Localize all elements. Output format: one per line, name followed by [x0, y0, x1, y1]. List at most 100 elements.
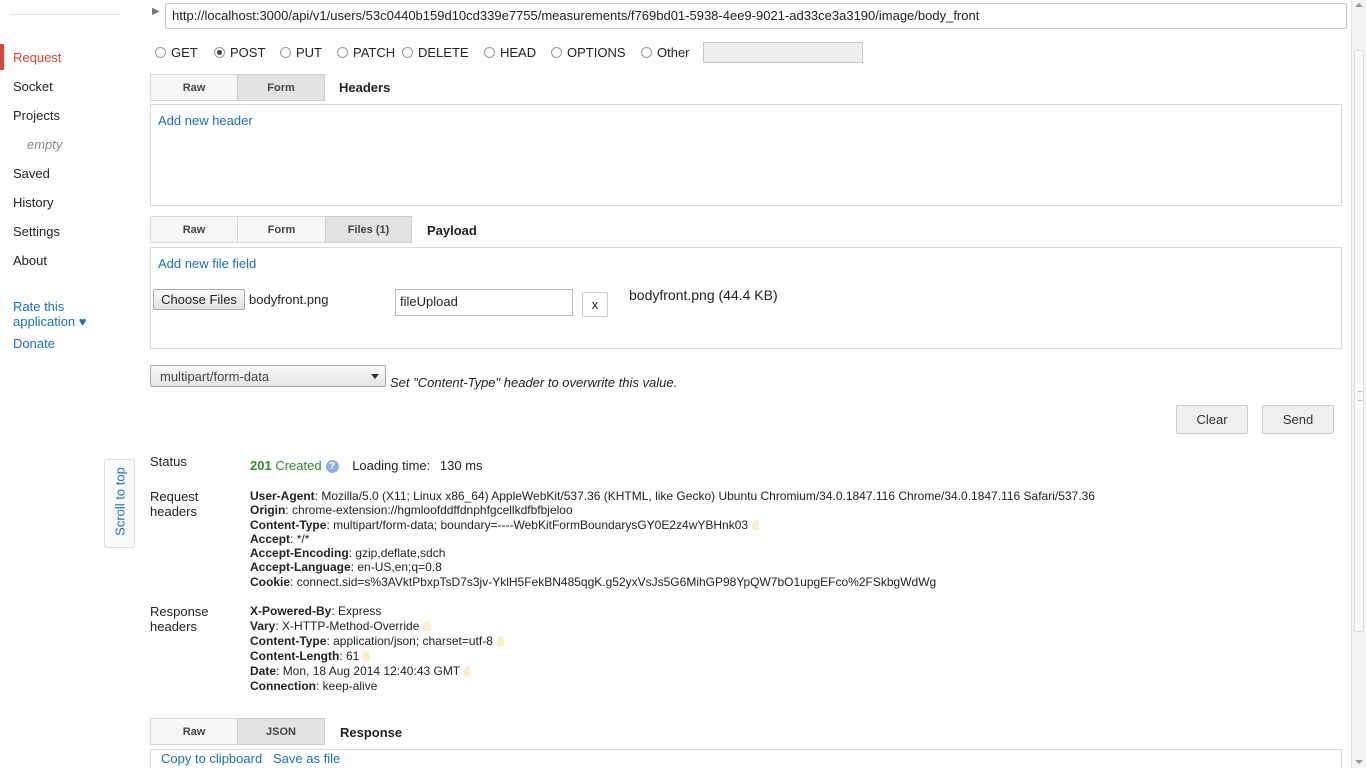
scroll-to-top-button[interactable]: Scroll to top — [104, 459, 135, 548]
grip-icon — [1358, 391, 1362, 401]
header-row: Content-Type: multipart/form-data; bound… — [250, 518, 1095, 532]
header-value: keep-alive — [322, 679, 378, 693]
header-row: Content-Type: application/json; charset=… — [250, 634, 504, 649]
method-get[interactable]: GET — [155, 45, 198, 60]
headers-tab-form[interactable]: Form — [237, 74, 325, 101]
radio-icon — [155, 47, 166, 58]
method-patch[interactable]: PATCH — [337, 45, 395, 60]
method-label: PUT — [296, 45, 322, 60]
response-headers-list: X-Powered-By: Express Vary: X-HTTP-Metho… — [250, 604, 504, 694]
header-value: X-HTTP-Method-Override — [282, 619, 420, 633]
header-key: Origin — [250, 503, 286, 518]
save-as-file-link[interactable]: Save as file — [273, 751, 340, 766]
radio-icon — [337, 47, 348, 58]
send-button[interactable]: Send — [1262, 405, 1334, 434]
sidebar-item-history[interactable]: History — [13, 195, 53, 210]
method-label: PATCH — [353, 45, 396, 60]
response-headers-label: Response headers — [150, 604, 209, 634]
chosen-file-name: bodyfront.png — [249, 292, 329, 307]
headers-tabs: Raw Form — [150, 74, 325, 101]
remove-file-button[interactable]: x — [582, 292, 608, 317]
add-header-link[interactable]: Add new header — [158, 113, 253, 128]
header-key: Content-Length — [250, 649, 340, 663]
header-row: Content-Length: 61 — [250, 649, 504, 664]
payload-tab-files[interactable]: Files (1) — [325, 216, 412, 243]
scroll-up-arrow-icon[interactable] — [1355, 3, 1363, 7]
header-key: Accept-Language — [250, 560, 351, 575]
status-line: 201 Created? Loading time: 130 ms — [250, 458, 483, 473]
method-label: OPTIONS — [567, 45, 626, 60]
sidebar-item-request[interactable]: Request — [13, 50, 61, 65]
header-key: User-Agent — [250, 489, 315, 503]
method-options[interactable]: OPTIONS — [551, 45, 626, 60]
radio-icon — [280, 47, 291, 58]
header-value: en-US,en;q=0.8 — [357, 560, 442, 575]
donate-link[interactable]: Donate — [13, 336, 55, 351]
lightbulb-icon[interactable] — [464, 666, 472, 676]
radio-icon — [484, 47, 495, 58]
method-put[interactable]: PUT — [280, 45, 322, 60]
header-key: Date — [250, 664, 277, 678]
sidebar: Request Socket Projects empty Saved Hist… — [0, 0, 140, 768]
loading-time-value: 130 ms — [439, 458, 483, 473]
lightbulb-icon[interactable] — [752, 519, 760, 530]
choose-files-button[interactable]: Choose Files — [153, 289, 245, 310]
add-file-field-link[interactable]: Add new file field — [158, 256, 256, 271]
file-field-name-input[interactable]: fileUpload — [395, 289, 573, 316]
header-row: Connection: keep-alive — [250, 679, 378, 693]
sidebar-item-saved[interactable]: Saved — [13, 166, 50, 181]
header-value: Mon, 18 Aug 2014 12:40:43 GMT — [282, 664, 461, 678]
response-tab-json[interactable]: JSON — [237, 718, 325, 745]
payload-tab-form[interactable]: Form — [237, 216, 326, 243]
sidebar-item-projects[interactable]: Projects — [13, 108, 60, 123]
header-row: Accept: */* — [250, 531, 310, 546]
header-key: Content-Type — [250, 634, 327, 648]
response-title: Response — [340, 725, 403, 740]
headers-title: Headers — [339, 80, 391, 95]
response-tab-raw[interactable]: Raw — [150, 718, 238, 745]
lightbulb-icon[interactable] — [496, 636, 504, 646]
url-input[interactable]: http://localhost:3000/api/v1/users/53c04… — [165, 3, 1347, 29]
method-delete[interactable]: DELETE — [402, 45, 469, 60]
header-row: Origin: chrome-extension://hgmloofddffdn… — [250, 503, 573, 518]
method-post[interactable]: POST — [214, 45, 265, 60]
loading-time-label: Loading time: — [352, 458, 431, 473]
method-head[interactable]: HEAD — [484, 45, 536, 60]
sidebar-item-socket[interactable]: Socket — [13, 79, 53, 94]
rate-app-link-line1[interactable]: Rate this — [13, 299, 64, 314]
other-method-input[interactable] — [703, 42, 863, 63]
label-line: headers — [150, 619, 197, 634]
url-expand-icon[interactable]: ▶ — [152, 6, 160, 17]
header-row: Accept-Encoding: gzip,deflate,sdch — [250, 546, 446, 561]
label-line: headers — [150, 504, 197, 519]
header-value: connect.sid=s%3AVktPbxpTsD7s3jv-YklH5Fek… — [296, 574, 937, 589]
sidebar-item-settings[interactable]: Settings — [13, 224, 60, 239]
rate-app-link-line2[interactable]: application ♥ — [13, 314, 87, 329]
header-key: Connection — [250, 679, 316, 693]
content-type-select[interactable]: multipart/form-data — [150, 365, 386, 387]
payload-tabs: Raw Form Files (1) — [150, 216, 412, 243]
sidebar-item-about[interactable]: About — [13, 253, 47, 268]
header-value: */* — [296, 531, 310, 546]
scrollbar-thumb[interactable] — [1354, 50, 1364, 632]
header-row: Cookie: connect.sid=s%3AVktPbxpTsD7s3jv-… — [250, 574, 937, 589]
headers-tab-raw[interactable]: Raw — [150, 74, 238, 101]
header-key: Accept — [250, 531, 291, 546]
label-line: Response — [150, 604, 209, 619]
request-headers-label: Request headers — [150, 489, 198, 519]
header-row: Vary: X-HTTP-Method-Override — [250, 619, 504, 634]
scroll-down-arrow-icon[interactable] — [1355, 760, 1363, 764]
clear-button[interactable]: Clear — [1176, 405, 1248, 434]
header-key: X-Powered-By — [250, 604, 332, 618]
header-key: Accept-Encoding — [250, 546, 349, 561]
method-label: DELETE — [418, 45, 469, 60]
lightbulb-icon[interactable] — [363, 651, 371, 661]
payload-tab-raw[interactable]: Raw — [150, 216, 238, 243]
lightbulb-icon[interactable] — [423, 621, 431, 631]
status-text: Created — [275, 458, 322, 473]
vertical-scrollbar[interactable] — [1351, 0, 1366, 768]
header-value: chrome-extension://hgmloofddffdnphfgcell… — [292, 503, 573, 518]
copy-to-clipboard-link[interactable]: Copy to clipboard — [161, 751, 262, 766]
method-other[interactable]: Other — [641, 45, 690, 60]
help-icon[interactable]: ? — [325, 460, 339, 473]
